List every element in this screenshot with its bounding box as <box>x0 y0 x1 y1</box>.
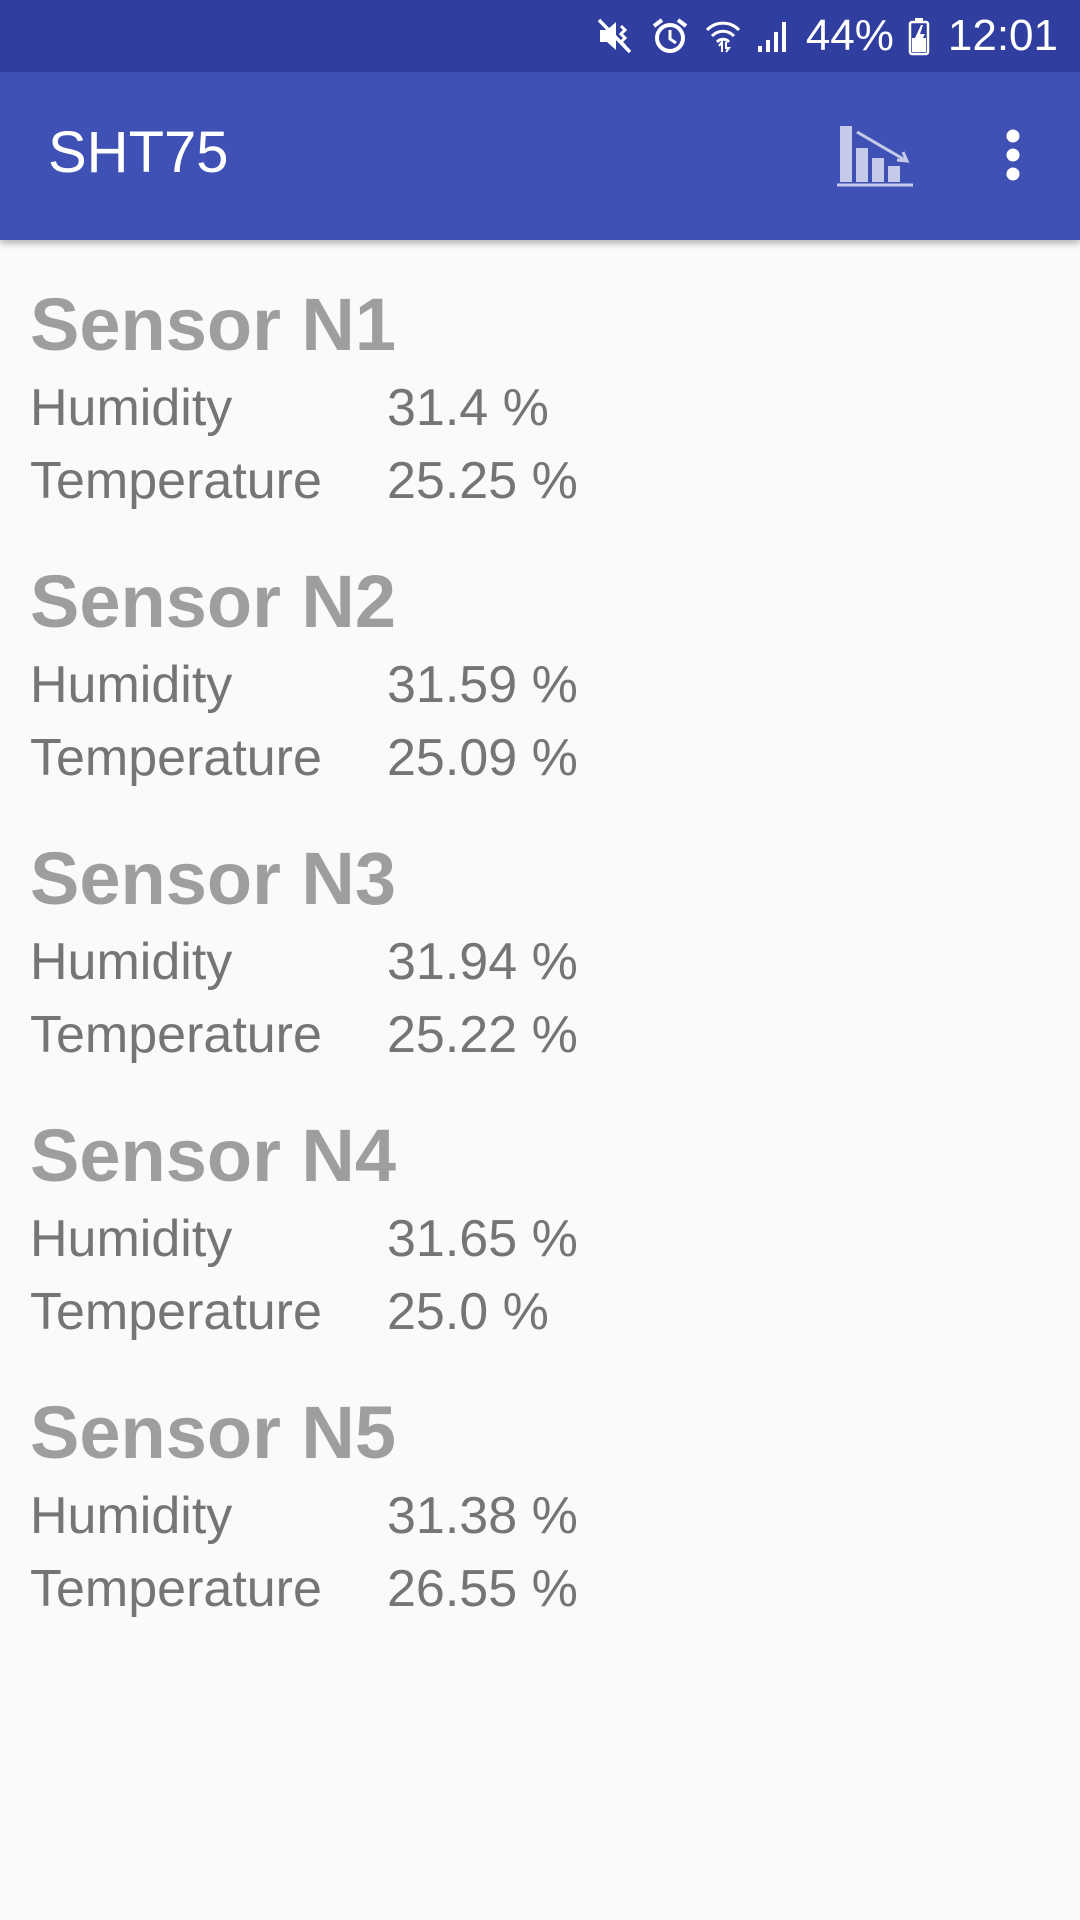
temperature-label: Temperature <box>30 729 322 787</box>
battery-percent: 44% <box>805 11 894 60</box>
app-bar: SHT75 <box>0 72 1080 240</box>
temperature-value: 25.25 % <box>387 452 578 510</box>
sensor-title: Sensor N1 <box>30 283 397 366</box>
temperature-value: 26.55 % <box>387 1560 578 1618</box>
chart-icon <box>837 122 913 193</box>
humidity-row: Humidity 31.94 % <box>30 936 1030 996</box>
sensor-card: Sensor N4 Humidity 31.65 % Temperature 2… <box>30 1119 1030 1379</box>
temperature-label: Temperature <box>30 1560 322 1618</box>
humidity-row: Humidity 31.4 % <box>30 382 1030 442</box>
alarm-icon <box>650 16 690 56</box>
temperature-value: 25.22 % <box>387 1006 578 1064</box>
humidity-row: Humidity 31.59 % <box>30 659 1030 719</box>
wifi-icon <box>704 16 742 56</box>
sensor-title: Sensor N3 <box>30 837 397 920</box>
signal-icon <box>756 16 792 56</box>
temperature-label: Temperature <box>30 452 322 510</box>
status-bar: 44% 12:01 <box>0 0 1080 72</box>
humidity-label: Humidity <box>30 656 233 714</box>
temperature-value: 25.0 % <box>387 1283 549 1341</box>
humidity-label: Humidity <box>30 1210 233 1268</box>
humidity-row: Humidity 31.65 % <box>30 1213 1030 1273</box>
mute-vibrate-icon <box>596 16 636 56</box>
sensor-title: Sensor N4 <box>30 1114 397 1197</box>
humidity-label: Humidity <box>30 379 233 437</box>
status-clock: 12:01 <box>947 11 1058 60</box>
app-title: SHT75 <box>48 120 229 185</box>
humidity-value: 31.65 % <box>387 1210 578 1268</box>
humidity-row: Humidity 31.38 % <box>30 1490 1030 1550</box>
sensor-card: Sensor N2 Humidity 31.59 % Temperature 2… <box>30 565 1030 825</box>
humidity-label: Humidity <box>30 1487 233 1545</box>
temperature-row: Temperature 25.09 % <box>30 732 1030 792</box>
temperature-row: Temperature 26.55 % <box>30 1563 1030 1623</box>
humidity-value: 31.59 % <box>387 656 578 714</box>
temperature-value: 25.09 % <box>387 729 578 787</box>
sensor-card: Sensor N5 Humidity 31.38 % Temperature 2… <box>30 1396 1030 1656</box>
humidity-value: 31.38 % <box>387 1487 578 1545</box>
status-icons: 44% 12:01 <box>596 0 1058 72</box>
sensor-card: Sensor N3 Humidity 31.94 % Temperature 2… <box>30 842 1030 1102</box>
humidity-label: Humidity <box>30 933 233 991</box>
humidity-value: 31.94 % <box>387 933 578 991</box>
temperature-row: Temperature 25.25 % <box>30 455 1030 515</box>
temperature-label: Temperature <box>30 1006 322 1064</box>
more-vert-icon <box>1005 129 1021 186</box>
sensor-title: Sensor N5 <box>30 1391 397 1474</box>
temperature-row: Temperature 25.0 % <box>30 1286 1030 1346</box>
more-options-button[interactable] <box>978 112 1048 202</box>
battery-charging-icon <box>908 16 930 56</box>
sensor-title: Sensor N2 <box>30 560 397 643</box>
humidity-value: 31.4 % <box>387 379 549 437</box>
temperature-label: Temperature <box>30 1283 322 1341</box>
sensor-card: Sensor N1 Humidity 31.4 % Temperature 25… <box>30 288 1030 548</box>
chart-button[interactable] <box>830 112 920 202</box>
temperature-row: Temperature 25.22 % <box>30 1009 1030 1069</box>
